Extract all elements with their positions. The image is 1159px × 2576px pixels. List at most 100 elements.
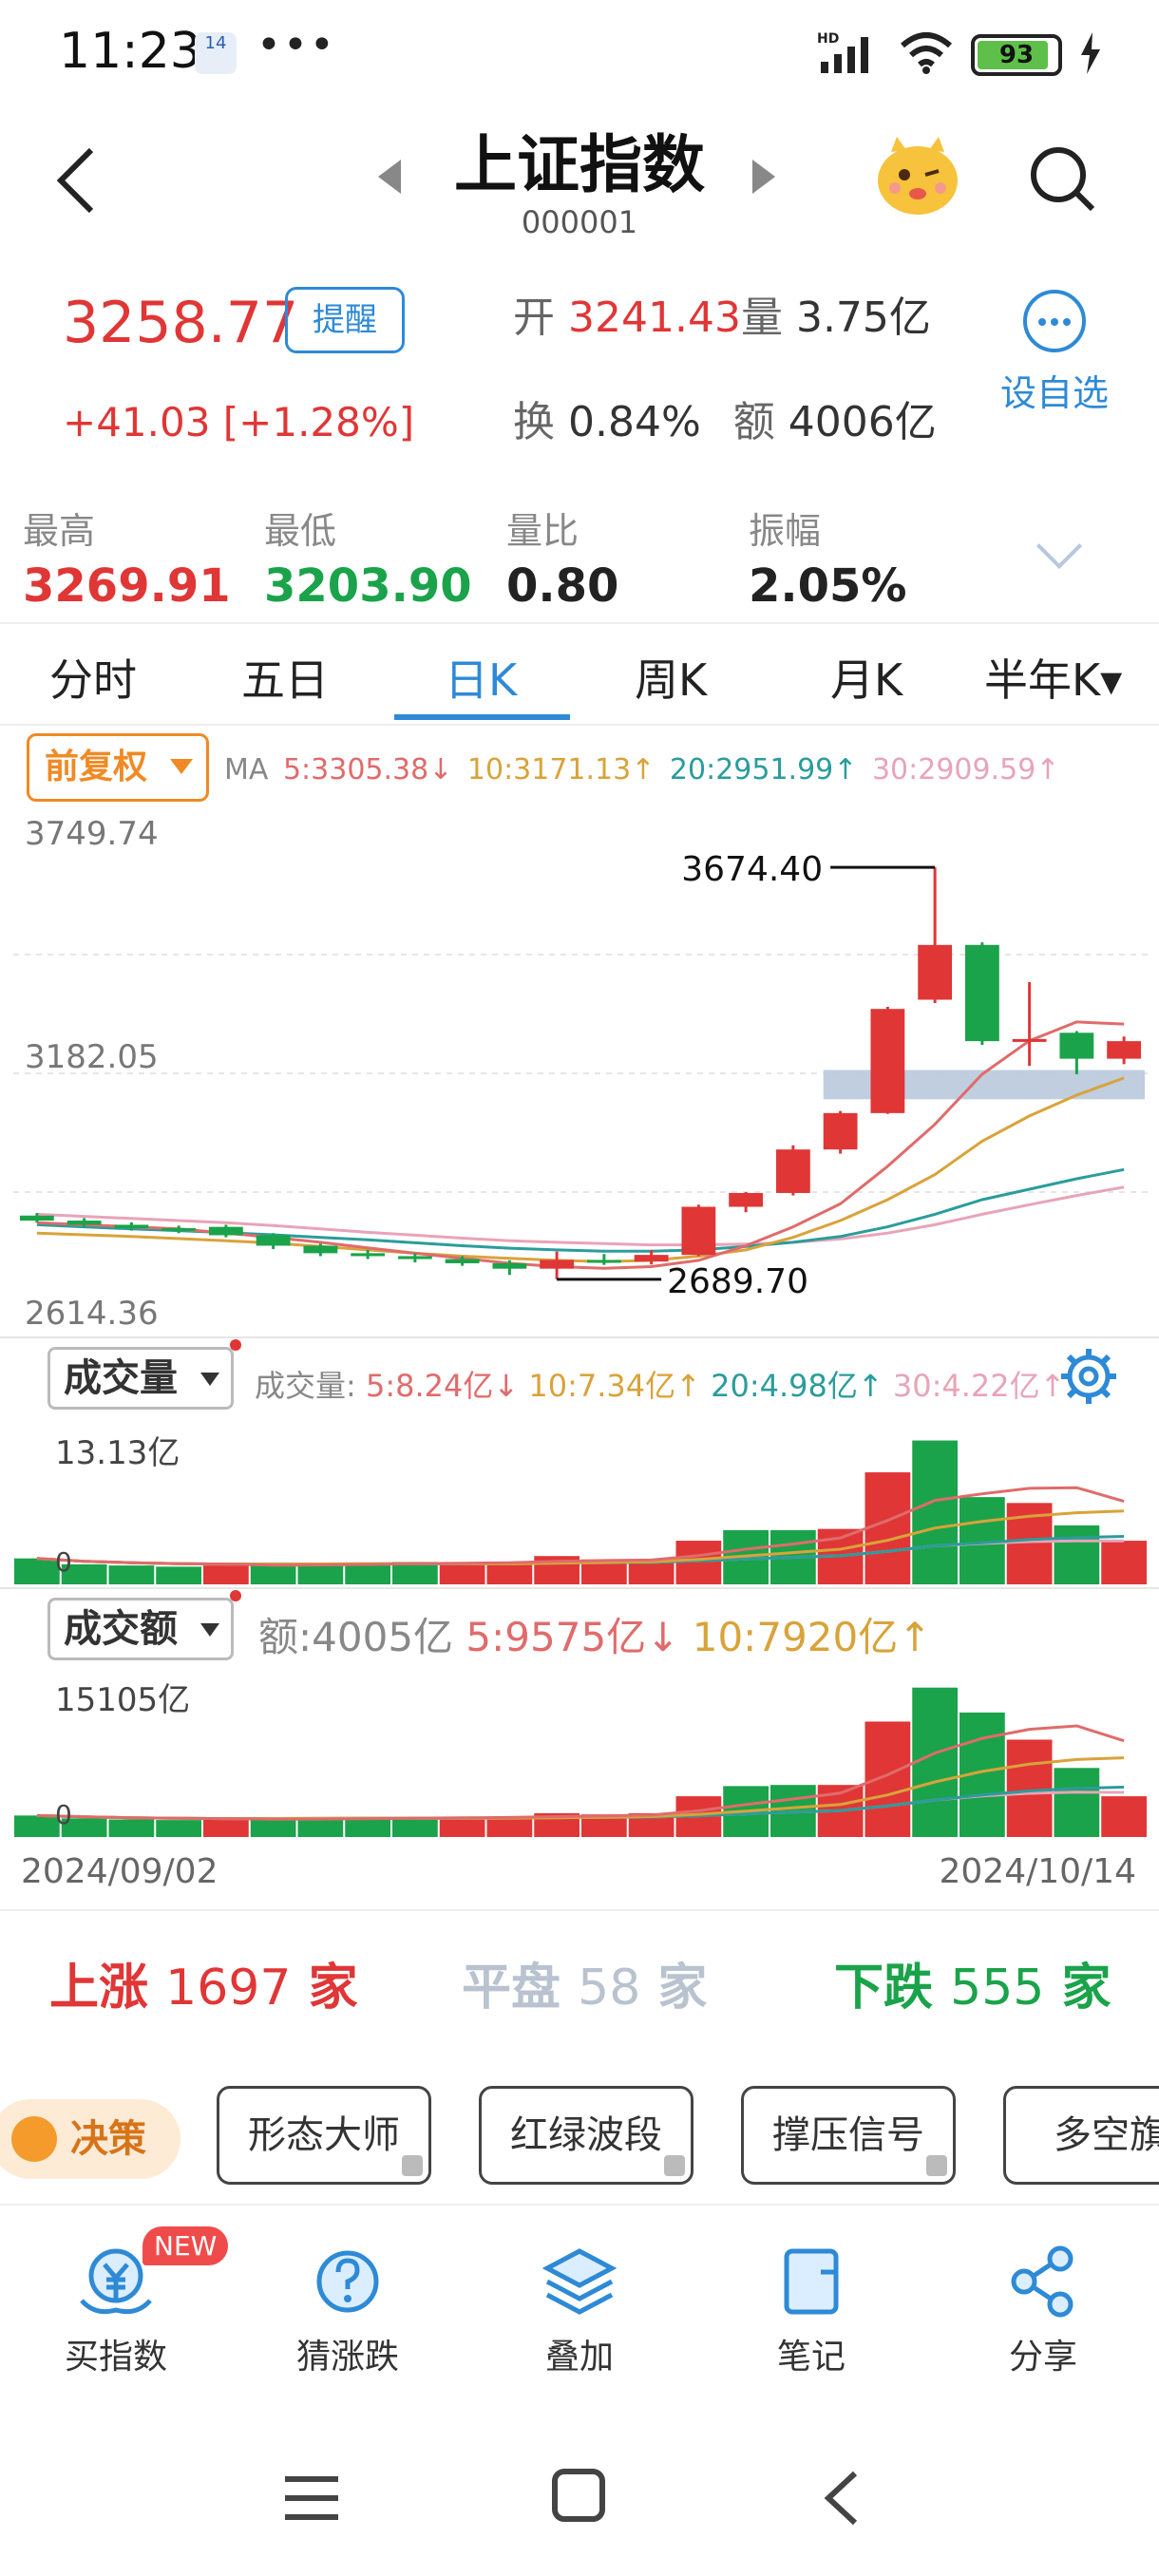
candle-body <box>66 1221 102 1225</box>
more-icon <box>1023 290 1086 352</box>
current-price: 3258.77 <box>63 290 299 356</box>
lock-icon <box>402 2155 423 2176</box>
candle-body <box>823 1112 858 1150</box>
tool-pattern-master[interactable]: 形态大师 <box>217 2086 431 2185</box>
guess-button[interactable]: 猜涨跌 <box>253 2244 443 2378</box>
volume-bar <box>1054 1525 1100 1584</box>
svg-text:HD: HD <box>817 31 839 47</box>
ma30-line <box>36 1185 1125 1247</box>
add-favorite-label: 设自选 <box>999 372 1109 414</box>
guess-icon <box>316 2250 379 2313</box>
mascot-icon[interactable] <box>872 133 963 218</box>
clock: 11:23 <box>59 23 201 80</box>
settings-gear-icon[interactable] <box>1059 1347 1118 1406</box>
tab-weekly-k[interactable]: 周K <box>635 646 707 709</box>
candle-body <box>586 1260 621 1263</box>
action-bar: 买指数 NEW 猜涨跌 叠加 笔记 分享 <box>0 2204 1159 2403</box>
candle-body <box>775 1149 810 1193</box>
layers-icon <box>542 2248 618 2315</box>
volume-bar <box>203 1565 249 1584</box>
decision-button[interactable]: 决策 <box>0 2099 180 2179</box>
remind-button[interactable]: 提醒 <box>285 287 405 353</box>
candle-body <box>964 944 999 1042</box>
ma5-line <box>36 1020 1125 1270</box>
amount-selector[interactable]: 成交额 <box>48 1598 234 1660</box>
next-stock-icon[interactable] <box>752 160 775 194</box>
y-axis-bottom: 2614.36 <box>25 1295 159 1333</box>
volume-bar <box>864 1472 911 1584</box>
volume-zero: 0 <box>55 1546 72 1578</box>
turnover-amount-row: 换 0.84% 额 4006亿 <box>513 388 937 448</box>
tab-intraday[interactable]: 分时 <box>49 646 137 709</box>
tab-daily-k[interactable]: 日K <box>445 646 517 709</box>
open-label: 开 <box>513 294 555 342</box>
period-tabs: 分时 五日 日K 周K 月K 半年K▾ <box>0 627 1159 722</box>
candle-body <box>445 1259 480 1263</box>
back-nav-icon[interactable] <box>824 2471 858 2526</box>
active-tab-indicator <box>394 714 570 720</box>
amount-ymax: 15105亿 <box>55 1681 191 1719</box>
new-badge: NEW <box>142 2226 229 2265</box>
ma-legend: MA 5:3305.38↓ 10:3171.13↑ 20:2951.99↑ 30… <box>224 753 1060 786</box>
page-title: 上证指数 <box>454 128 705 201</box>
candle-body <box>729 1192 764 1207</box>
ma20-value: 20:2951.99↑ <box>669 753 858 786</box>
candle-body <box>870 1009 905 1113</box>
candle-body <box>540 1260 575 1269</box>
stat-high: 最高 3269.91 <box>23 510 231 613</box>
date-start: 2024/09/02 <box>21 1852 218 1891</box>
date-end: 2024/10/14 <box>939 1852 1137 1891</box>
home-nav-icon[interactable] <box>552 2469 605 2522</box>
amount-zero: 0 <box>55 1799 72 1830</box>
decision-icon <box>11 2116 57 2162</box>
menu-nav-icon[interactable] <box>285 2476 338 2520</box>
ma30-value: 30:2909.59↑ <box>871 753 1060 786</box>
high-marker-label: 3674.40 <box>681 850 823 889</box>
tool-support-resistance[interactable]: 撑压信号 <box>741 2086 956 2185</box>
search-button[interactable] <box>1024 141 1100 217</box>
candle-body <box>114 1224 149 1228</box>
unchanged[interactable]: 平盘 58 家 <box>462 1947 707 2018</box>
expand-chevron-icon[interactable] <box>1036 522 1083 570</box>
notes-button[interactable]: 笔记 <box>716 2244 906 2378</box>
share-icon <box>1011 2245 1074 2318</box>
tab-monthly-k[interactable]: 月K <box>830 646 902 709</box>
open-volume-row: 开 3241.43量 3.75亿 <box>513 283 931 344</box>
volume-selector[interactable]: 成交量 <box>48 1347 234 1410</box>
lock-icon <box>664 2155 685 2176</box>
volume-label: 量 <box>740 294 783 342</box>
candle-body <box>397 1256 432 1260</box>
amount-bar <box>486 1816 533 1837</box>
tool-long-short-flag[interactable]: 多空旗 <box>1003 2086 1159 2185</box>
ma10-value: 10:3171.13↑ <box>466 753 656 786</box>
amount-legend: 额:4005亿 5:9575亿↓ 10:7920亿↑ <box>258 1614 932 1660</box>
advancers[interactable]: 上涨 1697 家 <box>49 1947 358 2018</box>
candle-body <box>351 1253 386 1257</box>
charging-icon <box>1079 32 1102 78</box>
candle-body <box>208 1226 243 1236</box>
stats-row: 最高 3269.91 最低 3203.90 量比 0.80 振幅 2.05% <box>0 502 1159 616</box>
overlay-button[interactable]: 叠加 <box>484 2244 674 2378</box>
amount-bar <box>439 1817 485 1837</box>
share-button[interactable]: 分享 <box>948 2244 1138 2378</box>
candle-body <box>634 1255 669 1262</box>
decliners[interactable]: 下跌 555 家 <box>834 1947 1112 2018</box>
search-icon <box>1031 147 1095 212</box>
volume-bar <box>345 1563 390 1584</box>
low-marker-label: 2689.70 <box>667 1262 808 1301</box>
amount-bar <box>108 1819 155 1837</box>
tab-five-day[interactable]: 五日 <box>241 646 329 709</box>
amount-bar <box>864 1721 911 1837</box>
tab-half-year-k[interactable]: 半年K▾ <box>984 646 1122 709</box>
stat-low: 最低 3203.90 <box>264 510 472 613</box>
candle-body <box>19 1215 54 1222</box>
candle-body <box>1107 1041 1142 1059</box>
add-favorite-button[interactable]: 设自选 <box>988 290 1121 416</box>
adjust-selector[interactable]: 前复权 <box>27 733 209 802</box>
tool-red-green-band[interactable]: 红绿波段 <box>479 2086 694 2185</box>
wifi-icon <box>899 30 954 80</box>
candle-body <box>1059 1032 1094 1059</box>
candle-body <box>492 1262 527 1269</box>
turnover-value: 0.84% <box>568 398 701 446</box>
stock-code: 000001 <box>521 204 638 240</box>
